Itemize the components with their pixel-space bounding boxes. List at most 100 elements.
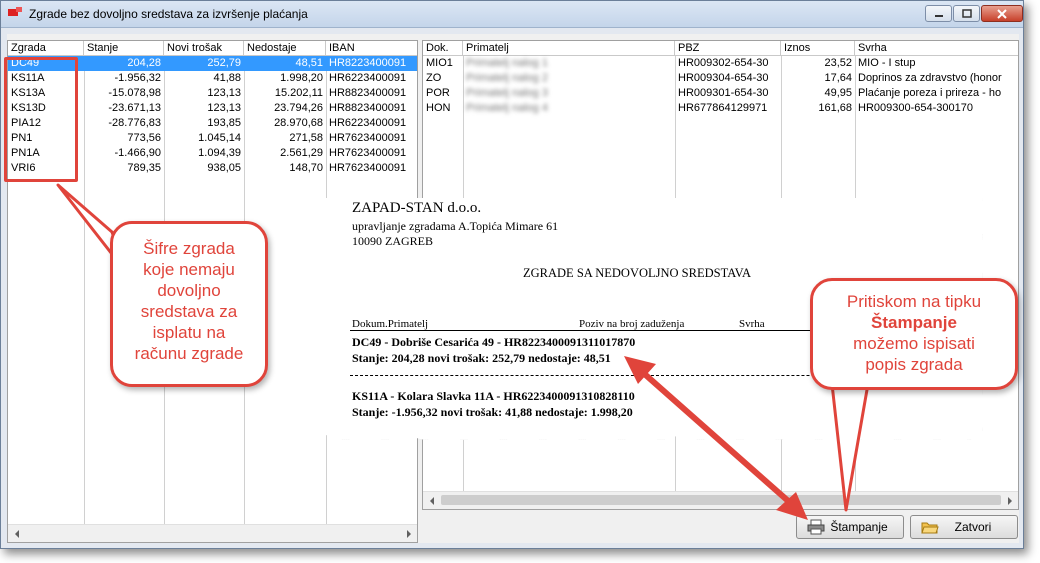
cell-iban: HR6223400091 <box>329 72 407 84</box>
scroll-right-arrow[interactable] <box>400 525 417 542</box>
column-header-dok[interactable]: Dok. <box>423 41 463 56</box>
cell-stanje: 773,56 <box>127 132 161 144</box>
cell-iznos: 17,64 <box>824 72 852 84</box>
title-bar[interactable]: Zgrade bez dovoljno sredstava za izvršen… <box>1 1 1023 28</box>
cell-svrha: Plaćanje poreza i prireza - ho <box>858 87 1002 99</box>
report-heading: ZGRADE SA NEDOVOLJNO SREDSTAVA <box>523 266 752 280</box>
cell-iban: HR7623400091 <box>329 132 407 144</box>
table-row[interactable]: POR Primatelj nalog 3 HR009301-654-30 49,95… <box>423 86 1018 101</box>
cell-iban: HR6223400091 <box>329 117 407 129</box>
close-window-button[interactable] <box>981 5 1023 22</box>
cell-novi: 938,05 <box>207 162 241 174</box>
cell-primatelj: Primatelj nalog 2 <box>466 72 548 84</box>
column-header-primatelj[interactable]: Primatelj <box>463 41 675 56</box>
cell-iban: HR8823400091 <box>329 102 407 114</box>
cell-primatelj: Primatelj nalog 4 <box>466 102 548 114</box>
cell-iznos: 161,68 <box>818 102 852 114</box>
cell-nedostaje: 28.970,68 <box>274 117 323 129</box>
horizontal-scrollbar[interactable] <box>423 491 1018 509</box>
callout-print-hint: Pritiskom na tipku Štampanje možemo ispi… <box>810 278 1018 390</box>
column-header-iznos[interactable]: Iznos <box>781 41 855 56</box>
cell-stanje: -23.671,13 <box>108 102 161 114</box>
chevron-left-icon <box>429 496 434 505</box>
report-header-rule <box>350 330 820 331</box>
cell-novi: 1.094,39 <box>198 147 241 159</box>
chevron-left-icon <box>14 529 19 538</box>
callout-line: Šifre zgrada <box>143 239 235 258</box>
scroll-right-arrow[interactable] <box>1001 492 1018 509</box>
cell-stanje: 204,28 <box>127 57 161 69</box>
cell-novi: 1.045,14 <box>198 132 241 144</box>
table-row[interactable]: ZO Primatelj nalog 2 HR009304-654-30 17,64 D… <box>423 71 1018 86</box>
report-col-dokum: Dokum.Primatelj <box>352 318 429 330</box>
cell-stanje: -1.956,32 <box>114 72 161 84</box>
cell-novi: 193,85 <box>207 117 241 129</box>
cell-stanje: -28.776,83 <box>108 117 161 129</box>
cell-dok: MIO1 <box>426 57 453 69</box>
cell-iban: HR7623400091 <box>329 147 407 159</box>
callout-line: isplatu na <box>152 323 226 342</box>
table-row[interactable]: HON Primatelj nalog 4 HR677864129971 161,68… <box>423 101 1018 116</box>
column-header-svrha[interactable]: Svrha <box>855 41 1018 56</box>
cell-iban: HR8223400091 <box>329 57 407 69</box>
scroll-left-arrow[interactable] <box>8 525 25 542</box>
maximize-button[interactable] <box>953 5 980 22</box>
column-header-pbz[interactable]: PBZ <box>675 41 781 56</box>
print-button[interactable]: Štampanje <box>796 515 904 539</box>
cell-stanje: 789,35 <box>127 162 161 174</box>
cell-nedostaje: 48,51 <box>295 57 323 69</box>
report-col-svrha: Svrha <box>739 318 765 330</box>
cell-dok: ZO <box>426 72 442 84</box>
report-entry2-values: Stanje: -1.956,32 novi trošak: 41,88 ned… <box>352 405 633 419</box>
cell-svrha: Doprinos za zdravstvo (honor <box>858 72 1002 84</box>
cell-iban: HR8823400091 <box>329 87 407 99</box>
close-button-label: Zatvori <box>954 520 992 534</box>
report-address-line: upravljanje zgradama A.Topića Mimare 61 <box>352 219 559 233</box>
cell-iznos: 23,52 <box>824 57 852 69</box>
cell-nedostaje: 148,70 <box>289 162 323 174</box>
cell-novi: 123,13 <box>207 102 241 114</box>
cell-novi: 41,88 <box>213 72 241 84</box>
print-button-label: Štampanje <box>830 520 888 534</box>
cell-primatelj: Primatelj nalog 3 <box>466 87 548 99</box>
callout-line: sredstava za <box>140 302 238 321</box>
cell-pbz: HR677864129971 <box>678 102 768 114</box>
callout-line: dovoljno <box>157 281 221 300</box>
cell-dok: POR <box>426 87 450 99</box>
cell-novi: 252,79 <box>207 57 241 69</box>
scrollbar-thumb[interactable] <box>441 495 1001 505</box>
cell-stanje: -1.466,90 <box>114 147 161 159</box>
column-header-nedostaje[interactable]: Nedostaje <box>244 41 326 56</box>
table-row[interactable]: MIO1 Primatelj nalog 1 HR009302-654-30 23,5… <box>423 56 1018 71</box>
cell-pbz: HR009301-654-30 <box>678 87 769 99</box>
report-city-line: 10090 ZAGREB <box>352 234 433 248</box>
close-icon <box>997 8 1007 19</box>
callout-line: koje nemaju <box>143 260 235 279</box>
cell-nedostaje: 15.202,11 <box>274 87 323 99</box>
report-entry2-title: KS11A - Kolara Slavka 11A - HR6223400091… <box>352 389 635 403</box>
cell-primatelj: Primatelj nalog 1 <box>466 57 548 69</box>
callout-line: Pritiskom na tipku <box>846 292 982 311</box>
app-icon <box>8 7 22 16</box>
column-header-iban[interactable]: IBAN <box>326 41 417 56</box>
highlight-building-codes <box>4 57 78 182</box>
cell-svrha: MIO - I stup <box>858 57 916 69</box>
cell-stanje: -15.078,98 <box>108 87 161 99</box>
report-col-poziv: Poziv na broj zaduženja <box>579 318 685 330</box>
close-button[interactable]: Zatvori <box>910 515 1018 539</box>
cell-nedostaje: 1.998,20 <box>280 72 323 84</box>
report-entry1-title: DC49 - Dobriše Cesarića 49 - HR822340009… <box>352 335 636 349</box>
cell-nedostaje: 271,58 <box>289 132 323 144</box>
scroll-left-arrow[interactable] <box>423 492 440 509</box>
column-header-zgrada[interactable]: Zgrada <box>8 41 84 56</box>
cell-iznos: 49,95 <box>824 87 852 99</box>
cell-nedostaje: 23.794,26 <box>274 102 323 114</box>
column-header-stanje[interactable]: Stanje <box>84 41 164 56</box>
cell-novi: 123,13 <box>207 87 241 99</box>
column-header-novi-trosak[interactable]: Novi trošak <box>164 41 244 56</box>
cell-svrha: HR009300-654-300170 <box>858 102 973 114</box>
minimize-icon <box>934 14 943 17</box>
horizontal-scrollbar[interactable] <box>8 524 417 542</box>
callout-line: računu zgrade <box>134 344 244 363</box>
minimize-button[interactable] <box>925 5 952 22</box>
